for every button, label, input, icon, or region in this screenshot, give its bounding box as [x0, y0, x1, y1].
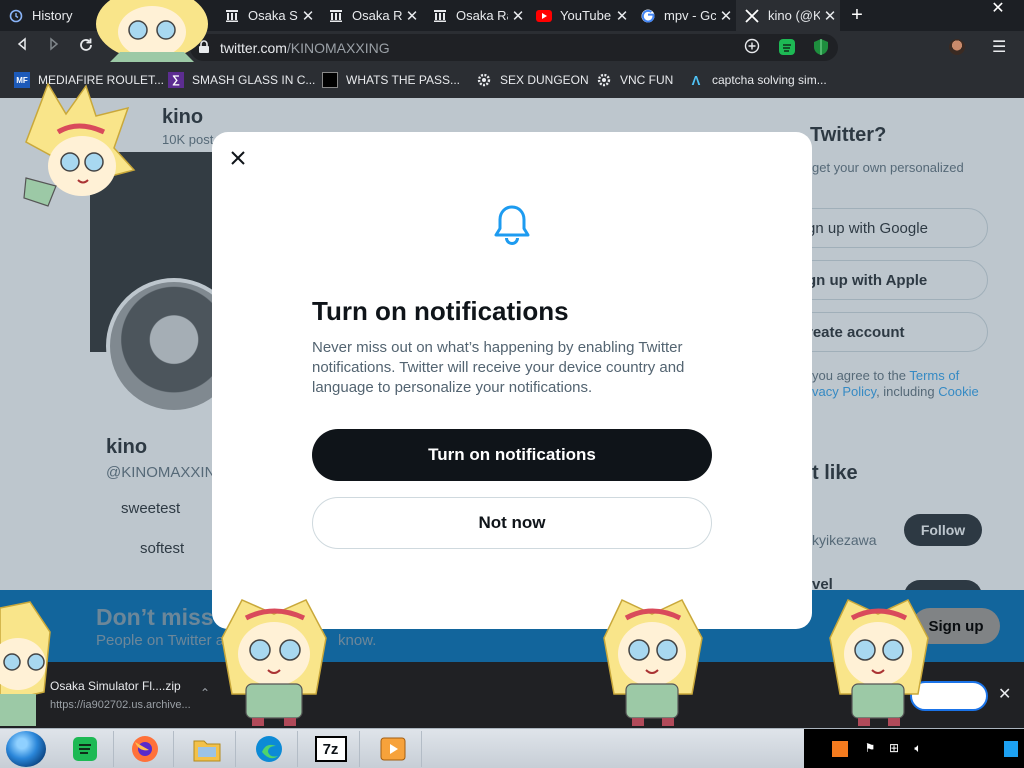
windows-taskbar: 7z ⚑ ⊞ 🔈︎ — [0, 728, 1024, 768]
media-player-icon — [380, 737, 405, 761]
profile-avatar-icon[interactable] — [949, 39, 965, 55]
archive-icon — [322, 72, 338, 88]
spotify-icon — [72, 737, 97, 761]
tab-close-icon[interactable]: ✕ — [508, 7, 528, 25]
x-logo-icon — [744, 8, 760, 24]
sticker-character-image — [0, 601, 51, 726]
taskbar-7zip[interactable]: 7z — [302, 731, 360, 767]
bookmark-captcha[interactable]: Λ captcha solving sim... — [688, 72, 827, 88]
back-icon[interactable] — [12, 37, 32, 57]
bookmark-label: WHATS THE PASS... — [346, 73, 461, 87]
network-icon[interactable]: ⊞ — [886, 741, 902, 757]
bookmark-smash-glass[interactable]: ∑ SMASH GLASS IN C... — [168, 72, 315, 88]
arrow-logo-icon: Λ — [691, 72, 701, 88]
tab-close-icon[interactable]: ✕ — [298, 7, 318, 25]
archive-icon — [328, 8, 344, 24]
tab-label: kino (@K — [768, 8, 820, 23]
close-icon[interactable] — [226, 146, 250, 170]
bell-icon — [490, 202, 534, 246]
extension-green-icon[interactable] — [778, 38, 796, 56]
tab-label: YouTube — [560, 8, 612, 23]
url-path: /KINOMAXXING — [286, 40, 390, 56]
modal-title: Turn on notifications — [312, 296, 569, 326]
taskbar-file-explorer[interactable] — [178, 731, 236, 767]
add-bookmark-icon[interactable] — [744, 38, 762, 56]
notifications-modal: Turn on notifications Never miss out on … — [212, 132, 812, 629]
bookmark-whats-the-pass[interactable]: WHATS THE PASS... — [322, 72, 460, 88]
tab-close-icon[interactable]: ✕ — [612, 7, 632, 25]
new-tab-button[interactable]: + — [846, 4, 868, 26]
edge-icon — [255, 736, 282, 762]
taskbar-spotify[interactable] — [56, 731, 114, 767]
modal-description: Never miss out on what’s happening by en… — [312, 339, 685, 396]
taskbar-media-player[interactable] — [364, 731, 422, 767]
youtube-icon — [536, 8, 552, 24]
history-icon — [8, 8, 24, 24]
tab-osaka-ra-2[interactable]: Osaka Ra ✕ — [424, 0, 528, 31]
window-close-button[interactable]: ✕ — [972, 0, 1024, 20]
download-file-url: https://ia902702.us.archive... — [50, 699, 191, 711]
forward-icon[interactable] — [44, 37, 64, 57]
sticker-character-image — [23, 82, 136, 207]
bookmarks-bar: MF MEDIAFIRE ROULET... ∑ SMASH GLASS IN … — [0, 64, 1024, 98]
tab-youtube[interactable]: YouTube ✕ — [528, 0, 632, 31]
bookmark-label: SEX DUNGEON — [500, 73, 589, 87]
turn-on-notifications-button[interactable]: Turn on notifications — [312, 429, 712, 481]
sticker-character-image — [96, 0, 208, 62]
close-downloads-icon[interactable]: ✕ — [998, 684, 1011, 704]
archive-icon — [224, 8, 240, 24]
gear-icon — [596, 72, 612, 88]
tab-osaka-si[interactable]: Osaka Si ✕ — [216, 0, 318, 31]
not-now-button[interactable]: Not now — [312, 497, 712, 549]
tab-close-icon[interactable]: ✕ — [402, 7, 422, 25]
shield-extension-icon[interactable] — [812, 38, 830, 56]
bookmark-sex-dungeon[interactable]: SEX DUNGEON — [476, 72, 589, 88]
bookmark-vnc-fun[interactable]: VNC FUN — [596, 72, 673, 88]
url-text: twitter.com/KINOMAXXING — [220, 40, 390, 56]
bookmark-label: SMASH GLASS IN C... — [192, 73, 316, 87]
archive-icon — [432, 8, 448, 24]
firefox-icon — [131, 736, 158, 762]
taskbar-edge[interactable] — [240, 731, 298, 767]
tab-kino[interactable]: kino (@K ✕ — [736, 0, 840, 31]
bookmark-label: VNC FUN — [620, 73, 674, 87]
tab-label: Osaka Ra — [456, 8, 508, 23]
volume-icon[interactable]: 🔈︎ — [910, 741, 926, 757]
system-tray: ⚑ ⊞ 🔈︎ — [804, 729, 1024, 768]
url-host: twitter.com — [220, 40, 287, 56]
tab-osaka-ra-1[interactable]: Osaka Ra ✕ — [320, 0, 422, 31]
visual-studio-icon: ∑ — [168, 72, 184, 88]
taskbar-firefox[interactable] — [116, 731, 174, 767]
chevron-up-icon[interactable]: ⌃ — [200, 686, 210, 700]
download-file-name[interactable]: Osaka Simulator Fl....zip — [50, 679, 181, 693]
7zip-icon: 7z — [314, 736, 347, 762]
tab-mpv[interactable]: mpv - Gc ✕ — [632, 0, 736, 31]
tab-label: mpv - Gc — [664, 8, 716, 23]
menu-icon[interactable]: ☰ — [992, 37, 1006, 57]
gear-icon — [476, 72, 492, 88]
sticker-character-image — [829, 599, 929, 726]
tab-close-icon[interactable]: ✕ — [820, 7, 840, 25]
bookmark-label: captcha solving sim... — [712, 73, 827, 87]
start-button[interactable] — [6, 731, 46, 767]
flag-icon[interactable]: ⚑ — [862, 741, 878, 757]
tab-close-icon[interactable]: ✕ — [716, 7, 736, 25]
address-bar[interactable]: twitter.com/KINOMAXXING — [190, 34, 838, 61]
show-desktop-button[interactable] — [1004, 741, 1018, 757]
sticker-character-image — [603, 599, 703, 726]
sticker-character-image — [221, 599, 327, 726]
tab-label: Osaka Ra — [352, 8, 402, 23]
file-explorer-icon — [193, 740, 220, 762]
tray-app-icon[interactable] — [832, 741, 848, 757]
google-icon — [640, 8, 656, 24]
tab-label: Osaka Si — [248, 8, 298, 23]
